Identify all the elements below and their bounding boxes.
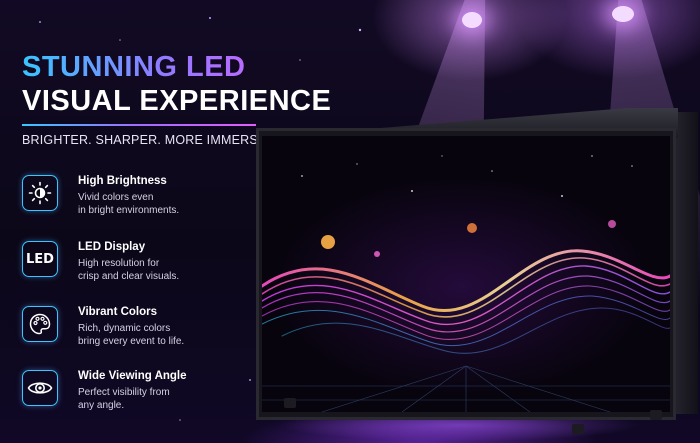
screen-light-waves (262, 155, 670, 412)
feature-title: Wide Viewing Angle (78, 370, 187, 382)
feature-title: High Brightness (78, 175, 167, 187)
feature-description: Rich, dynamic colors bring every event t… (78, 323, 185, 347)
headline: STUNNING LED VISUAL EXPERIENCE (22, 50, 331, 118)
led-screen (262, 136, 670, 412)
headline-divider (22, 124, 256, 126)
cabinet-foot (650, 410, 662, 420)
headline-line-2: VISUAL EXPERIENCE (22, 85, 332, 117)
feature-description: Perfect visibility from any angle. (78, 387, 170, 411)
cabinet-foot (284, 398, 296, 408)
led-icon-text: LED (26, 251, 54, 267)
headline-line-1: STUNNING LED (22, 50, 331, 84)
feature-title: LED Display (78, 241, 146, 253)
eye-icon (22, 370, 58, 406)
feature-title: Vibrant Colors (78, 306, 158, 318)
led-promo-banner: STUNNING LED VISUAL EXPERIENCE BRIGHTER.… (0, 0, 700, 443)
feature-vibrant-colors: Vibrant Colors Rich, dynamic colors brin… (22, 306, 242, 356)
feature-description: Vivid colors even in bright environments… (78, 192, 180, 216)
cabinet-foot (572, 424, 584, 434)
feature-description: High resolution for crisp and clear visu… (78, 258, 180, 282)
led-icon: LED (22, 241, 58, 277)
feature-led-display: LED LED Display High resolution for cris… (22, 241, 242, 291)
feature-wide-viewing-angle: Wide Viewing Angle Perfect visibility fr… (22, 370, 242, 420)
brightness-icon (22, 175, 58, 211)
palette-icon (22, 306, 58, 342)
tagline: BRIGHTER. SHARPER. MORE IMMERSIVE. (22, 133, 283, 147)
feature-high-brightness: High Brightness Vivid colors even in bri… (22, 175, 242, 225)
